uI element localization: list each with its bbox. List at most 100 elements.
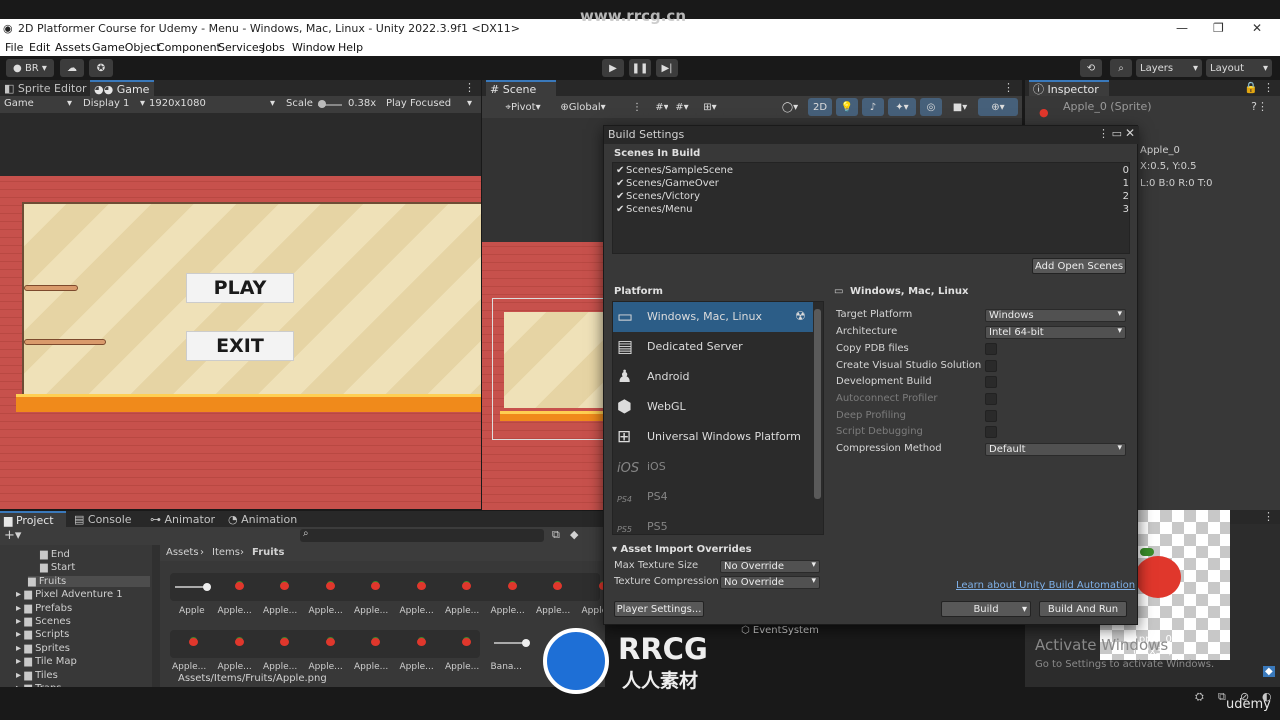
asset-thumbnail[interactable] — [262, 630, 307, 656]
asset-thumbnail[interactable] — [171, 630, 216, 656]
account-dropdown[interactable]: ● BR ▾ — [6, 59, 54, 77]
build-dropdown-icon[interactable]: ▾ — [1022, 604, 1027, 615]
tab-project[interactable]: ▆ Project — [0, 511, 66, 527]
breadcrumb-assets[interactable]: Assets — [166, 547, 199, 558]
asset-thumbnail[interactable] — [399, 630, 444, 656]
menu-edit[interactable]: Edit — [29, 41, 50, 54]
step-button[interactable]: ▶| — [656, 59, 678, 77]
status-cache-icon[interactable]: ⧉ — [1218, 690, 1226, 704]
panel-menu-icon[interactable]: ⋮ — [1263, 81, 1274, 94]
status-progress-icon[interactable]: ⛭ — [1195, 690, 1204, 704]
layout-dropdown[interactable]: Layout ▾ — [1206, 59, 1272, 77]
expand-arrow-icon[interactable]: ▸ — [16, 643, 24, 654]
panel-menu-icon[interactable]: ⋮ — [464, 81, 475, 94]
add-open-scenes-button[interactable]: Add Open Scenes — [1032, 258, 1126, 274]
tab-sprite-editor[interactable]: ◧ Sprite Editor — [0, 80, 88, 96]
scene-row[interactable]: ✔ Scenes/Victory 2 — [613, 191, 1131, 204]
texture-compression-dropdown[interactable]: No Override — [720, 576, 820, 589]
panel-menu-icon[interactable]: ⋮ — [1263, 510, 1274, 523]
folder-tree-item[interactable]: ▸ ▆ Pixel Adventure 1 — [16, 589, 150, 600]
asset-thumbnail[interactable] — [444, 630, 489, 656]
lock-icon[interactable]: 🔒 — [1244, 81, 1258, 94]
pivot-dropdown[interactable]: ⌖ Pivot ▾ — [496, 98, 550, 116]
player-settings-button[interactable]: Player Settings... — [614, 601, 704, 617]
folder-tree-item[interactable]: ▆ End — [40, 549, 150, 560]
platform-item[interactable]: ⊞ Universal Windows Platform — [613, 422, 813, 452]
filter-icon[interactable]: ⧉ — [552, 528, 560, 542]
platform-item[interactable]: iOS iOS — [613, 452, 813, 482]
asset-thumbnail[interactable] — [353, 630, 398, 656]
hierarchy-eventsystem[interactable]: ⬡ EventSystem — [741, 625, 819, 636]
snap-increment-icon[interactable]: #▾ — [668, 98, 696, 116]
tab-animator[interactable]: ⊶ Animator — [146, 511, 218, 527]
option-dropdown[interactable]: Default — [985, 443, 1126, 456]
breadcrumb-fruits[interactable]: Fruits — [252, 547, 284, 558]
asset-thumbnail[interactable] — [353, 574, 398, 600]
breadcrumb-items[interactable]: Items — [212, 547, 240, 558]
folder-tree-item[interactable]: ▸ ▆ Scripts — [16, 629, 150, 640]
play-menu-button[interactable]: PLAY — [186, 273, 294, 303]
game-view[interactable]: PLAY EXIT — [0, 113, 481, 509]
expand-arrow-icon[interactable]: ▸ — [16, 603, 24, 614]
close-button[interactable]: ✕ — [1252, 21, 1262, 35]
project-search-input[interactable]: ⌕ — [300, 528, 544, 542]
scale-slider-handle[interactable] — [318, 100, 326, 108]
global-dropdown[interactable]: ⊕ Global ▾ — [554, 98, 612, 116]
asset-thumbnail[interactable] — [399, 574, 444, 600]
layers-dropdown[interactable]: Layers ▾ — [1136, 59, 1202, 77]
build-button[interactable]: Build ▾ — [941, 601, 1031, 617]
option-checkbox[interactable] — [985, 343, 997, 355]
option-dropdown[interactable]: Windows — [985, 309, 1126, 322]
minimize-button[interactable]: — — [1176, 21, 1188, 35]
resolution-dropdown[interactable]: 1920x1080 ▾ — [149, 98, 279, 109]
game-mode-dropdown[interactable]: Game ▾ — [4, 98, 74, 109]
menu-jobs[interactable]: Jobs — [262, 41, 285, 54]
asset-thumbnail[interactable] — [308, 630, 353, 656]
scene-row[interactable]: ✔ Scenes/GameOver 1 — [613, 178, 1131, 191]
expand-arrow-icon[interactable]: ▸ — [16, 616, 24, 627]
option-checkbox[interactable] — [985, 376, 997, 388]
panel-menu-icon[interactable]: ⋮ — [1003, 81, 1014, 94]
expand-sprite-icon[interactable] — [203, 583, 211, 591]
folder-tree-item[interactable]: ▸ ▆ Tiles — [16, 670, 150, 681]
menu-assets[interactable]: Assets — [55, 41, 91, 54]
play-button[interactable]: ▶ — [602, 59, 624, 77]
exit-menu-button[interactable]: EXIT — [186, 331, 294, 361]
effects-icon[interactable]: ✦▾ — [888, 98, 916, 116]
collab-icon[interactable]: ✪ — [89, 59, 113, 77]
folder-tree-item[interactable]: ▸ ▆ Scenes — [16, 616, 150, 627]
menu-help[interactable]: Help — [338, 41, 363, 54]
menu-component[interactable]: Component — [157, 41, 221, 54]
option-checkbox[interactable] — [985, 360, 997, 372]
cloud-icon[interactable]: ☁ — [60, 59, 84, 77]
asset-thumbnail[interactable] — [171, 574, 216, 600]
asset-thumbnail[interactable] — [262, 574, 307, 600]
asset-thumbnail[interactable] — [308, 574, 353, 600]
max-texture-dropdown[interactable]: No Override — [720, 560, 820, 573]
tab-inspector[interactable]: ⓘ Inspector — [1029, 80, 1109, 96]
tag-icon[interactable]: ◆ — [1263, 666, 1275, 677]
camera-icon[interactable]: ■▾ — [946, 98, 974, 116]
expand-arrow-icon[interactable]: ▸ — [16, 629, 24, 640]
asset-thumbnail[interactable] — [217, 630, 262, 656]
asset-thumbnail[interactable] — [444, 574, 489, 600]
folder-tree-item[interactable]: ▆ Start — [40, 562, 150, 573]
scene-checkbox[interactable]: ✔ — [616, 191, 624, 202]
scene-checkbox[interactable]: ✔ — [616, 165, 624, 176]
menu-file[interactable]: File — [5, 41, 23, 54]
tab-console[interactable]: ▤ Console — [70, 511, 140, 527]
gizmos-icon[interactable]: ⊕▾ — [978, 98, 1018, 116]
menu-gameobject[interactable]: GameObject — [92, 41, 161, 54]
add-icon[interactable]: +▾ — [4, 528, 21, 543]
expand-arrow-icon[interactable]: ▸ — [16, 670, 24, 681]
build-and-run-button[interactable]: Build And Run — [1039, 601, 1127, 617]
label-icon[interactable]: ◆ — [570, 528, 578, 541]
menu-window[interactable]: Window — [292, 41, 335, 54]
asset-thumbnail[interactable] — [490, 574, 535, 600]
expand-arrow-icon[interactable]: ▸ — [16, 656, 24, 667]
scene-checkbox[interactable]: ✔ — [616, 178, 624, 189]
history-icon[interactable]: ⟲ — [1080, 59, 1102, 77]
pause-button[interactable]: ❚❚ — [629, 59, 651, 77]
platform-item[interactable]: PS4 PS4 — [613, 482, 813, 512]
dialog-close-icon[interactable]: ✕ — [1125, 126, 1135, 140]
